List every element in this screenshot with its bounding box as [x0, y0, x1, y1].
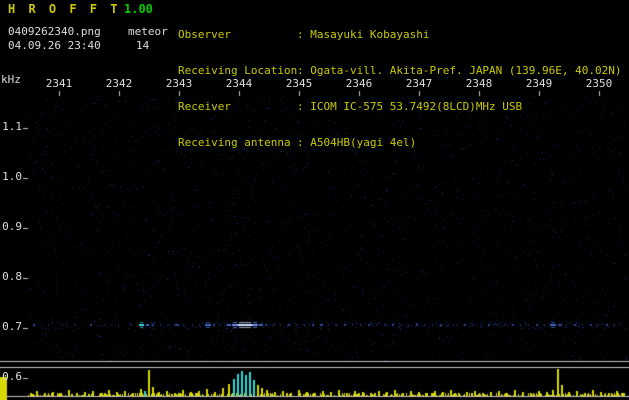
info-row-observer: Observer: Masayuki Kobayashi — [178, 29, 622, 41]
x-tick-label: 2343 — [165, 77, 193, 90]
info-separator: : — [297, 136, 311, 149]
y-tick-label: 1.0 — [2, 170, 22, 183]
y-tick-label: 0.8 — [2, 270, 22, 283]
info-value: Masayuki Kobayashi — [310, 28, 430, 41]
y-axis-unit: kHz — [1, 73, 21, 86]
y-tick-label: 0.9 — [2, 220, 22, 233]
x-tick-label: 2345 — [285, 77, 313, 90]
info-label: Receiving antenna — [178, 136, 291, 149]
info-separator: : — [297, 64, 311, 77]
info-label: Observer — [178, 28, 231, 41]
info-row-receiver: Receiver: ICOM IC-575 53.7492(8LCD)MHz U… — [178, 101, 622, 113]
info-label: Receiving Location — [178, 64, 298, 77]
x-tick-label: 2341 — [45, 77, 73, 90]
meteor-count: 14 — [136, 39, 150, 52]
info-separator: : — [297, 100, 311, 113]
x-tick-label: 2347 — [405, 77, 433, 90]
y-tick-label: 1.1 — [2, 120, 22, 133]
info-label: Receiver — [178, 100, 231, 113]
info-row-location: Receiving Location: Ogata-vill. Akita-Pr… — [178, 65, 622, 77]
hrofft-output: H R O F F T 1.00 0409262340.png meteor 0… — [0, 0, 629, 400]
info-row-antenna: Receiving antenna: A504HB(yagi 4el) — [178, 137, 622, 149]
x-tick-label: 2346 — [345, 77, 373, 90]
x-tick-label: 2348 — [465, 77, 493, 90]
x-tick-label: 2344 — [225, 77, 253, 90]
info-value: ICOM IC-575 53.7492(8LCD)MHz USB — [310, 100, 523, 113]
y-tick-label: 0.6 — [2, 370, 22, 383]
x-tick-label: 2350 — [585, 77, 613, 90]
datetime-label: 04.09.26 23:40 — [8, 39, 101, 52]
app-version: 1.00 — [124, 2, 153, 16]
info-value: Ogata-vill. Akita-Pref. JAPAN (139.96E, … — [310, 64, 622, 77]
y-tick-label: 0.7 — [2, 320, 22, 333]
x-tick-label: 2349 — [525, 77, 553, 90]
info-value: A504HB(yagi 4el) — [310, 136, 417, 149]
mode-label: meteor — [128, 25, 168, 38]
info-separator: : — [297, 28, 311, 41]
output-filename: 0409262340.png — [8, 25, 101, 38]
x-tick-label: 2342 — [105, 77, 133, 90]
app-title: H R O F F T — [8, 2, 121, 16]
